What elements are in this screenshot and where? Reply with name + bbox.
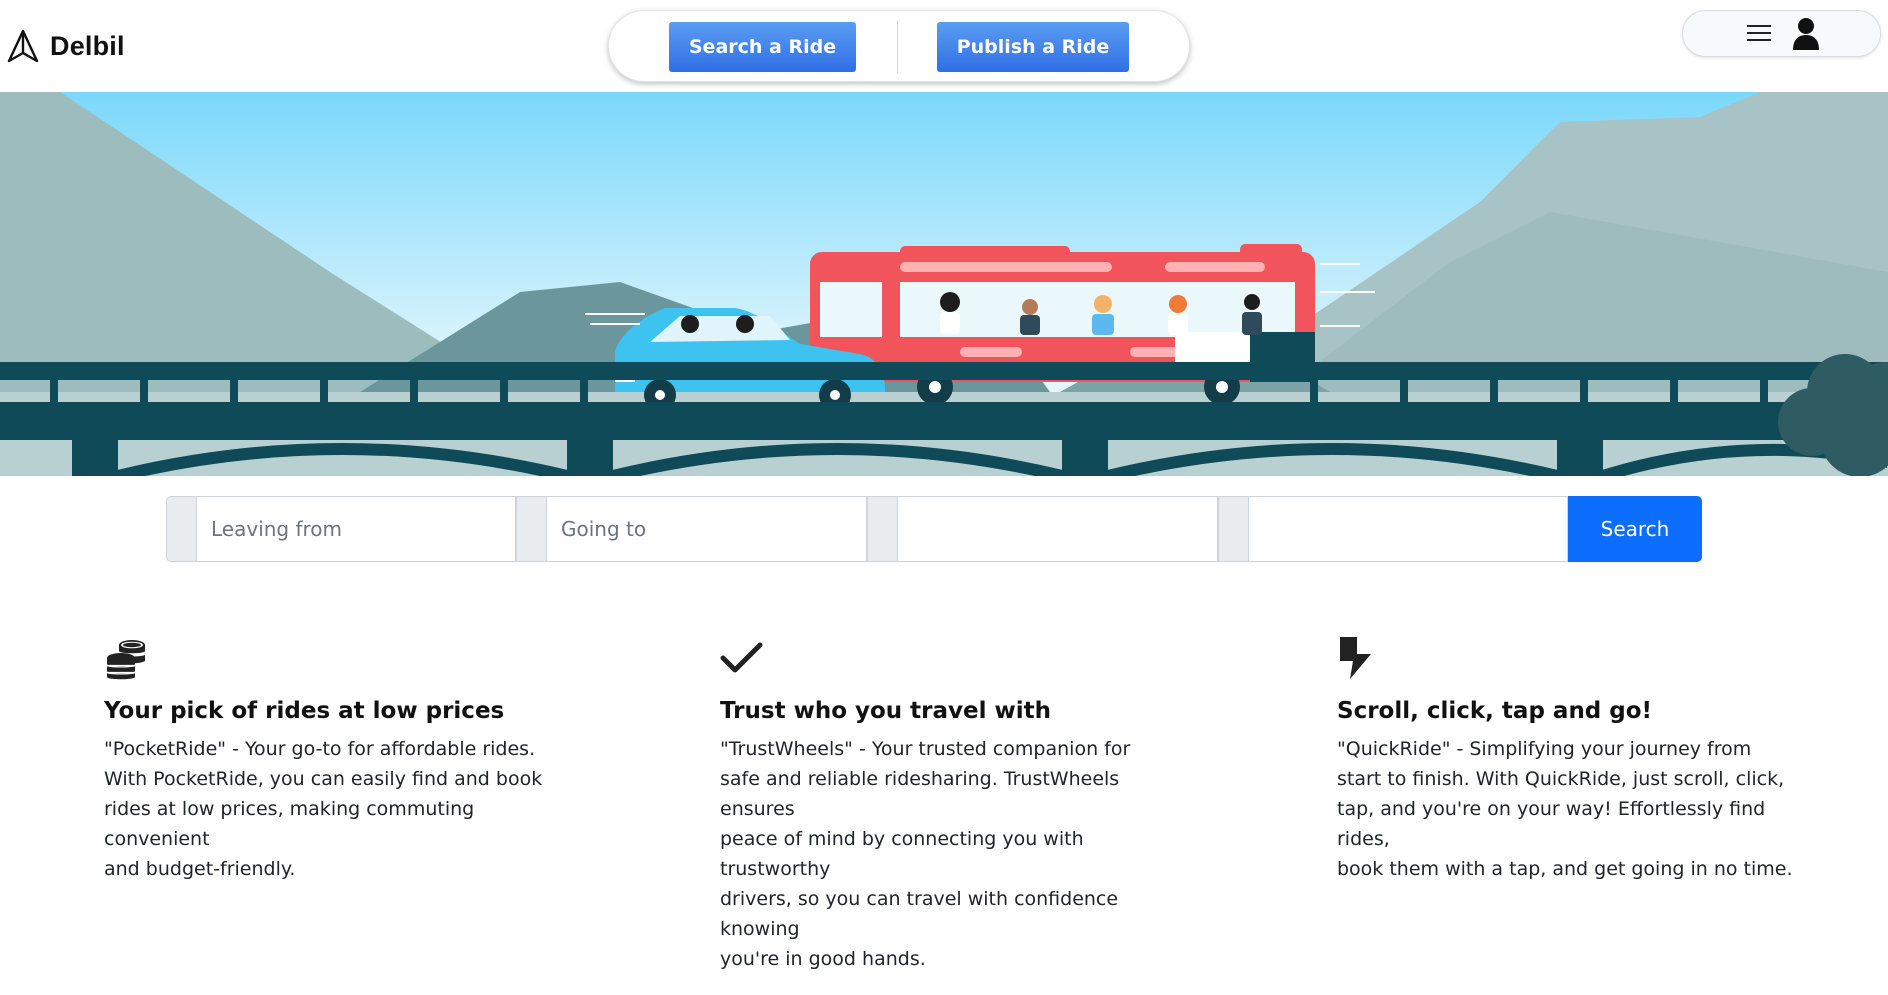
feature-title: Scroll, click, tap and go!	[1337, 698, 1653, 724]
feature-description: "QuickRide" - Simplifying your journey f…	[1337, 738, 1793, 880]
passengers-group	[1218, 496, 1568, 562]
going-to-input[interactable]	[547, 496, 867, 562]
feature-description: "TrustWheels" - Your trusted companion f…	[720, 738, 1131, 970]
passengers-addon	[1218, 496, 1249, 562]
top-navbar: Delbil Search a Ride Publish a Ride	[0, 0, 1888, 92]
ride-action-nav: Search a Ride Publish a Ride	[608, 10, 1190, 82]
user-menu-button[interactable]	[1682, 10, 1881, 57]
checkmark-icon	[720, 642, 763, 673]
user-icon	[1793, 18, 1819, 50]
navigation-arrow-icon	[7, 29, 39, 63]
going-to-group	[516, 496, 867, 562]
feature-title: Trust who you travel with	[720, 698, 1052, 724]
feature-trust: Trust who you travel with "TrustWheels" …	[720, 636, 1180, 974]
going-to-addon	[516, 496, 547, 562]
lightning-bolt-icon	[1340, 637, 1371, 679]
leaving-from-addon	[166, 496, 197, 562]
search-ride-button[interactable]: Search a Ride	[669, 22, 856, 72]
bridge-travel-illustration	[0, 92, 1888, 476]
passengers-input[interactable]	[1249, 496, 1568, 562]
hamburger-icon	[1747, 25, 1771, 41]
date-group	[867, 496, 1218, 562]
date-addon	[867, 496, 898, 562]
ride-search-form: Search	[166, 496, 1702, 562]
nav-divider	[897, 21, 898, 73]
bus-illustration	[810, 244, 1315, 405]
hero-illustration	[0, 92, 1888, 476]
feature-low-prices: Your pick of rides at low prices "Pocket…	[104, 636, 564, 884]
publish-ride-button[interactable]: Publish a Ride	[937, 22, 1129, 72]
coins-icon	[107, 640, 145, 680]
search-submit-button[interactable]: Search	[1568, 496, 1702, 562]
leaving-from-input[interactable]	[197, 496, 516, 562]
feature-description: "PocketRide" - Your go-to for affordable…	[104, 738, 543, 880]
date-input[interactable]	[898, 496, 1218, 562]
feature-title: Your pick of rides at low prices	[104, 698, 505, 724]
leaving-from-group	[166, 496, 516, 562]
brand-logo-link[interactable]: Delbil	[6, 28, 125, 64]
feature-quick: Scroll, click, tap and go! "QuickRide" -…	[1337, 636, 1807, 884]
brand-name: Delbil	[50, 30, 125, 61]
